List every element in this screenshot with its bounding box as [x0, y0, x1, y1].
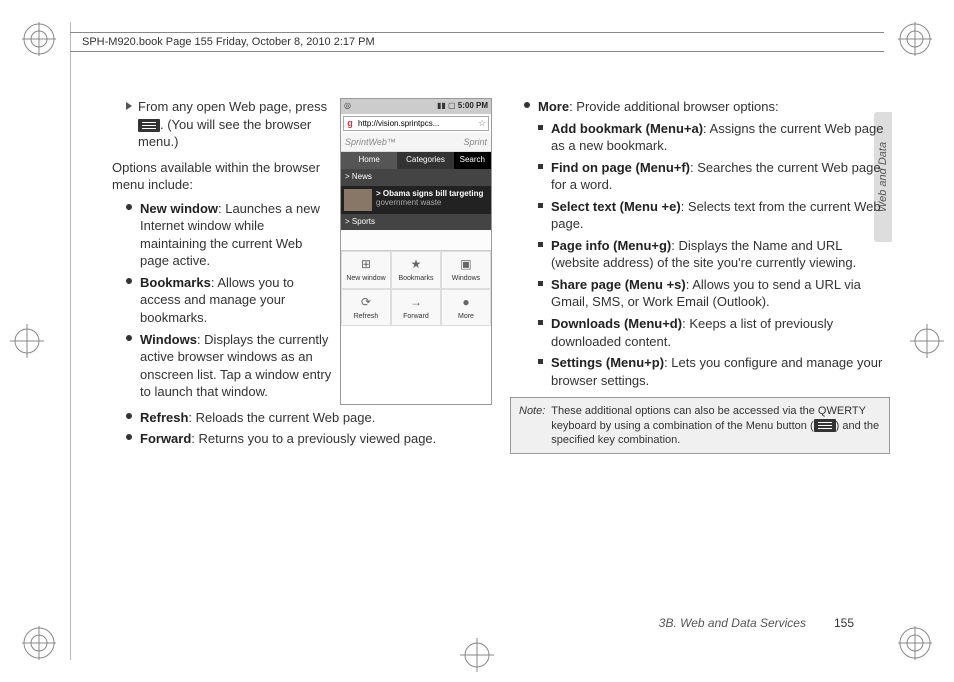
- crop-mark-icon: [898, 22, 932, 56]
- phone-menu-icon: ▣: [443, 256, 489, 272]
- notif-icon: ◎: [344, 101, 351, 112]
- news-thumb: [344, 189, 372, 211]
- phone-screenshot: ◎ ▮▮ ▢ 5:00 PM g ☆ SprintWeb™ Sprint HomeCa…: [340, 98, 492, 405]
- phone-menu-icon: ⟳: [343, 294, 389, 310]
- more-item: More: Provide additional browser options…: [538, 98, 890, 116]
- phone-menu-item: ★Bookmarks: [391, 251, 441, 288]
- phone-menu-icon: ●: [443, 294, 489, 310]
- intro-line-2: Options available within the browser men…: [112, 159, 332, 194]
- crop-mark-icon: [898, 626, 932, 660]
- square-bullet-icon: [538, 281, 543, 286]
- square-bullet-icon: [538, 203, 543, 208]
- page-number: 155: [834, 616, 854, 630]
- crop-mark-icon: [22, 626, 56, 660]
- bullet-icon: [126, 278, 132, 284]
- menu-option: Refresh: Reloads the current Web page.: [126, 409, 492, 427]
- bullet-icon: [126, 335, 132, 341]
- phone-menu-icon: ★: [393, 256, 439, 272]
- phone-menu-item: →Forward: [391, 289, 441, 326]
- triangle-bullet-icon: [126, 102, 132, 110]
- square-bullet-icon: [538, 359, 543, 364]
- phone-tab-categories: Categories: [397, 152, 453, 169]
- signal-icon: ▮▮ ▢: [437, 101, 458, 110]
- bullet-icon: [126, 413, 132, 419]
- square-bullet-icon: [538, 320, 543, 325]
- brand-right: Sprint: [463, 136, 487, 148]
- phone-menu-icon: ⊞: [343, 256, 389, 272]
- phone-menu-icon: →: [393, 294, 439, 310]
- page-header: SPH-M920.book Page 155 Friday, October 8…: [70, 32, 884, 52]
- more-sub-option: Share page (Menu +s): Allows you to send…: [538, 276, 890, 311]
- phone-category-news: > News: [341, 169, 491, 186]
- square-bullet-icon: [538, 125, 543, 130]
- note-label: Note:: [519, 404, 545, 447]
- header-text: SPH-M920.book Page 155 Friday, October 8…: [82, 36, 375, 48]
- intro-line-1: From any open Web page, press . (You wil…: [138, 98, 332, 151]
- phone-menu-item: ⟳Refresh: [341, 289, 391, 326]
- more-sub-option: Downloads (Menu+d): Keeps a list of prev…: [538, 315, 890, 350]
- footer-section: 3B. Web and Data Services: [659, 616, 806, 630]
- more-sub-option: Add bookmark (Menu+a): Assigns the curre…: [538, 120, 890, 155]
- brand-left: SprintWeb™: [345, 136, 396, 148]
- note-box: Note: These additional options can also …: [510, 397, 890, 454]
- crop-mark-icon: [10, 324, 44, 358]
- more-sub-option: Settings (Menu+p): Lets you configure an…: [538, 354, 890, 389]
- bookmark-star-icon: ☆: [476, 117, 488, 129]
- menu-option: Forward: Returns you to a previously vie…: [126, 430, 492, 448]
- menu-option: New window: Launches a new Internet wind…: [126, 200, 332, 270]
- more-sub-option: Page info (Menu+g): Displays the Name an…: [538, 237, 890, 272]
- phone-menu-item: ▣Windows: [441, 251, 491, 288]
- more-sub-option: Find on page (Menu+f): Searches the curr…: [538, 159, 890, 194]
- note-text: These additional options can also be acc…: [551, 404, 881, 447]
- news-headline: > Obama signs bill targeting government …: [376, 189, 488, 211]
- phone-search: Search: [454, 152, 491, 169]
- browser-icon: g: [344, 117, 356, 129]
- square-bullet-icon: [538, 164, 543, 169]
- crop-mark-icon: [460, 638, 494, 672]
- bullet-icon: [524, 102, 530, 108]
- phone-menu-item: ⊞New window: [341, 251, 391, 288]
- menu-option: Bookmarks: Allows you to access and mana…: [126, 274, 332, 327]
- phone-time: 5:00 PM: [458, 101, 488, 110]
- crop-mark-icon: [910, 324, 944, 358]
- phone-category-sports: > Sports: [341, 214, 491, 231]
- menu-icon: [138, 119, 160, 132]
- bullet-icon: [126, 434, 132, 440]
- phone-menu-item: ●More: [441, 289, 491, 326]
- crop-mark-icon: [22, 22, 56, 56]
- menu-icon: [814, 419, 836, 432]
- bullet-icon: [126, 204, 132, 210]
- phone-tab-home: Home: [341, 152, 397, 169]
- page-edge-left: [70, 22, 71, 660]
- square-bullet-icon: [538, 242, 543, 247]
- menu-option: Windows: Displays the currently active b…: [126, 331, 332, 401]
- page-footer: 3B. Web and Data Services 155: [659, 616, 854, 630]
- url-field: [356, 117, 476, 130]
- more-sub-option: Select text (Menu +e): Selects text from…: [538, 198, 890, 233]
